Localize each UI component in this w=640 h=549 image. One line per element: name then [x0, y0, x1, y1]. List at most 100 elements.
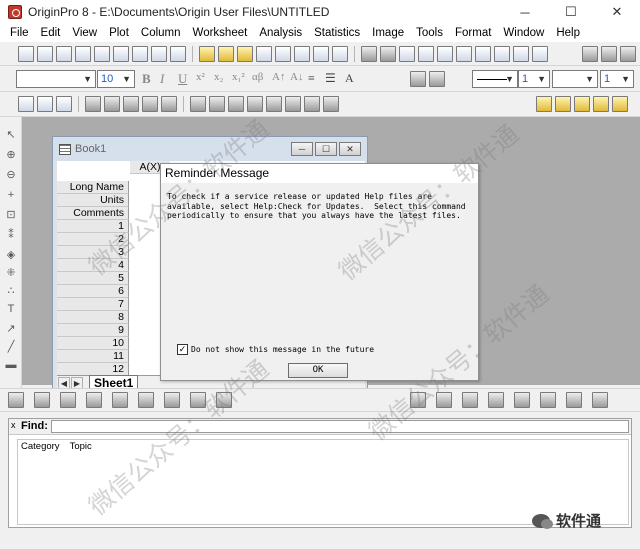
row-number[interactable]: 11: [57, 350, 129, 363]
save-template-icon[interactable]: [275, 46, 291, 62]
ungroup-icon[interactable]: [593, 96, 609, 112]
workbook-close-button[interactable]: ✕: [339, 142, 361, 156]
arrow-tool-icon[interactable]: ↗: [5, 323, 17, 335]
3d-rotate-icon[interactable]: [514, 392, 530, 408]
new-folder-icon[interactable]: [37, 46, 53, 62]
line-tool-icon[interactable]: ╱: [5, 341, 17, 353]
recalculate-icon[interactable]: [361, 46, 377, 62]
color-scale-icon[interactable]: [266, 96, 282, 112]
3d-scatter-icon[interactable]: [462, 392, 478, 408]
menu-file[interactable]: File: [10, 27, 29, 39]
find-close-icon[interactable]: x: [11, 420, 16, 430]
sheet-first-icon[interactable]: ◀: [58, 376, 70, 389]
font-color-icon[interactable]: Α: [345, 71, 354, 86]
increase-font-icon[interactable]: A↑: [272, 71, 285, 83]
menu-tools[interactable]: Tools: [416, 27, 443, 39]
zoom-out-tool-icon[interactable]: ⊖: [5, 169, 17, 181]
group-icon[interactable]: [574, 96, 590, 112]
import-single-icon[interactable]: [294, 46, 310, 62]
underline-icon[interactable]: U: [178, 71, 187, 87]
import-wizard-icon[interactable]: [332, 46, 348, 62]
rectangle-tool-icon[interactable]: ▬: [5, 359, 17, 371]
menu-statistics[interactable]: Statistics: [314, 27, 360, 39]
menu-analysis[interactable]: Analysis: [259, 27, 302, 39]
row-number[interactable]: 6: [57, 285, 129, 298]
extract-layer-icon[interactable]: [228, 96, 244, 112]
data-selector-icon[interactable]: ⊡: [5, 209, 17, 221]
menu-worksheet[interactable]: Worksheet: [193, 27, 248, 39]
pointer-icon[interactable]: ↖: [5, 129, 17, 141]
menu-help[interactable]: Help: [556, 27, 580, 39]
menu-image[interactable]: Image: [372, 27, 404, 39]
new-layout-icon[interactable]: [151, 46, 167, 62]
merge-graph-icon[interactable]: [190, 96, 206, 112]
font-name-select[interactable]: ▼: [16, 70, 96, 88]
duplicate-icon[interactable]: [399, 46, 415, 62]
ok-button[interactable]: OK: [288, 363, 348, 378]
decrease-font-icon[interactable]: A↓: [290, 71, 303, 83]
open-icon[interactable]: [199, 46, 215, 62]
category-column-header[interactable]: Category: [21, 441, 60, 452]
font-size-select[interactable]: 10 ▼: [97, 70, 135, 88]
row-number[interactable]: 12: [57, 363, 129, 375]
menu-plot[interactable]: Plot: [109, 27, 129, 39]
dont-show-again-option[interactable]: ✓ Do not show this message in the future: [177, 344, 374, 355]
legend-icon[interactable]: [247, 96, 263, 112]
dont-show-again-checkbox[interactable]: ✓: [177, 344, 188, 355]
copy-icon[interactable]: [601, 46, 617, 62]
menu-view[interactable]: View: [72, 27, 97, 39]
symbol-select[interactable]: ▼: [552, 70, 598, 88]
table-icon[interactable]: [323, 96, 339, 112]
pie-plot-icon[interactable]: [112, 392, 128, 408]
3d-ribbon-icon[interactable]: [540, 392, 556, 408]
new-project-icon[interactable]: [18, 46, 34, 62]
row-number[interactable]: 8: [57, 311, 129, 324]
topic-column-header[interactable]: Topic: [70, 441, 92, 452]
symbol-size-select[interactable]: 1 ▼: [600, 70, 634, 88]
fill-color-icon[interactable]: [410, 71, 426, 87]
line-width-select[interactable]: 1 ▼: [518, 70, 550, 88]
subscript-icon[interactable]: x₂: [214, 71, 223, 83]
refresh-icon[interactable]: [418, 46, 434, 62]
menu-column[interactable]: Column: [141, 27, 181, 39]
line-style-select[interactable]: ▼: [472, 70, 518, 88]
custom-routine-icon[interactable]: [532, 46, 548, 62]
new-notes-icon[interactable]: [170, 46, 186, 62]
command-window-icon[interactable]: [494, 46, 510, 62]
import-multiple-icon[interactable]: [313, 46, 329, 62]
paste-icon[interactable]: [620, 46, 636, 62]
menu-format[interactable]: Format: [455, 27, 491, 39]
add-right-y-icon[interactable]: [142, 96, 158, 112]
add-inset-icon[interactable]: [161, 96, 177, 112]
find-input[interactable]: [51, 420, 629, 433]
scatter-plot-icon[interactable]: [34, 392, 50, 408]
statistics-plot-icon[interactable]: [164, 392, 180, 408]
italic-icon[interactable]: I: [160, 71, 164, 87]
superscript-icon[interactable]: x²: [196, 71, 205, 83]
rescale-icon[interactable]: [85, 96, 101, 112]
3d-wire-icon[interactable]: [488, 392, 504, 408]
print-icon[interactable]: [380, 46, 396, 62]
layer-scale-icon[interactable]: [285, 96, 301, 112]
super-subscript-icon[interactable]: x₁²: [232, 71, 245, 83]
timestamp-icon[interactable]: [304, 96, 320, 112]
line-color-icon[interactable]: [429, 71, 445, 87]
mask-tool-icon[interactable]: ◈: [5, 249, 17, 261]
new-graph-icon[interactable]: [94, 46, 110, 62]
bold-icon[interactable]: B: [142, 71, 151, 87]
zoom-in-icon[interactable]: [18, 96, 34, 112]
screen-reader-icon[interactable]: +: [5, 189, 17, 201]
results-log-icon[interactable]: [475, 46, 491, 62]
open-excel-icon[interactable]: [237, 46, 253, 62]
code-builder-icon[interactable]: [437, 46, 453, 62]
column-plot-icon[interactable]: [86, 392, 102, 408]
area-plot-icon[interactable]: [138, 392, 154, 408]
maximize-button[interactable]: ☐: [548, 0, 594, 24]
row-number[interactable]: 7: [57, 298, 129, 311]
row-number[interactable]: 10: [57, 337, 129, 350]
arrange-layers-icon[interactable]: [209, 96, 225, 112]
zoom-tool-icon[interactable]: ⊕: [5, 149, 17, 161]
3d-wall-icon[interactable]: [566, 392, 582, 408]
row-number[interactable]: 9: [57, 324, 129, 337]
zoom-out-icon[interactable]: [37, 96, 53, 112]
